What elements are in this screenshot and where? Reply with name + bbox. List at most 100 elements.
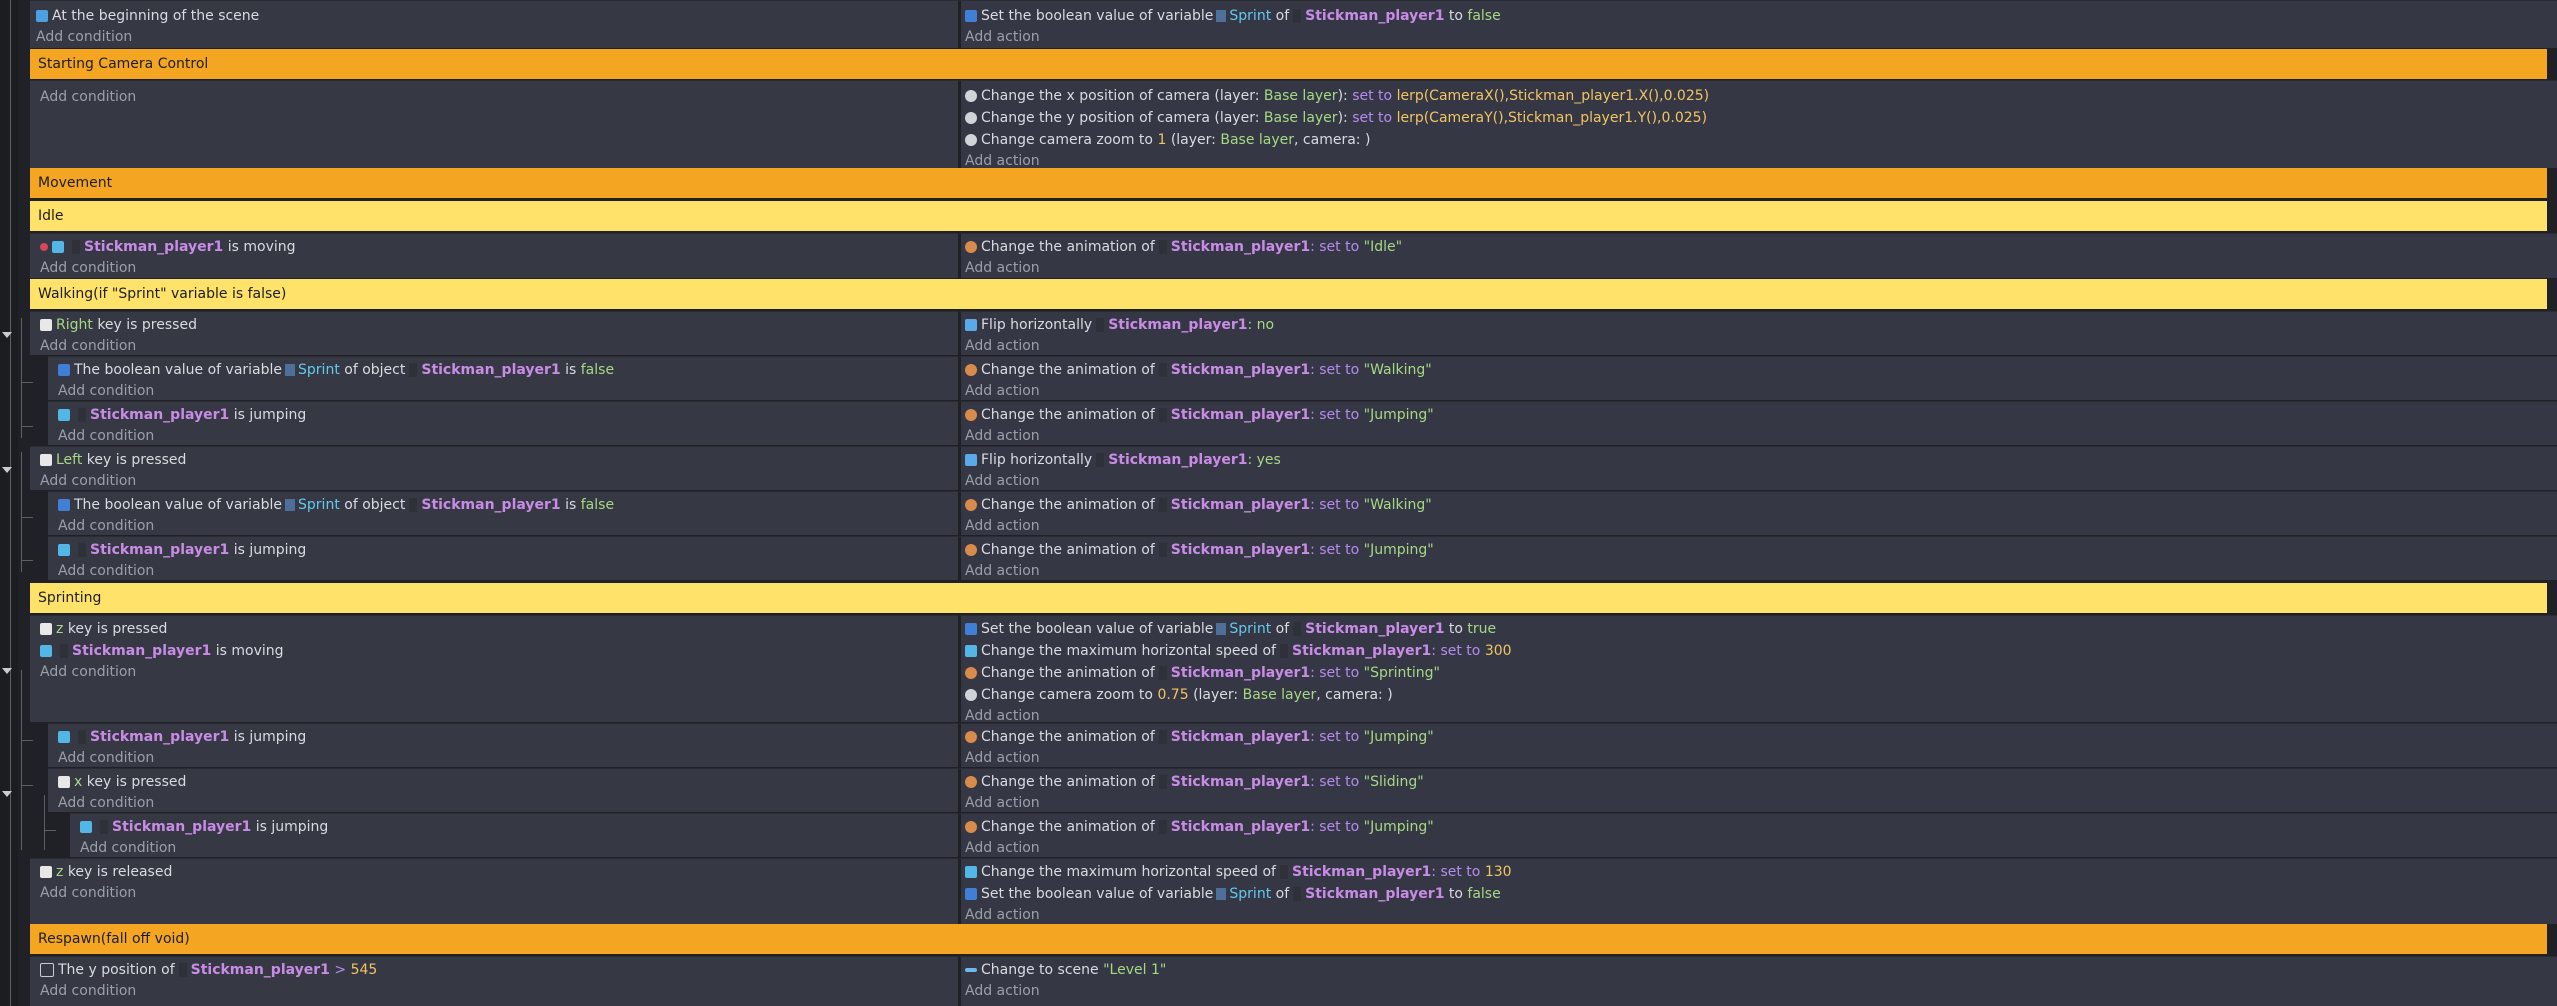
action-row[interactable]: Change the animation of Stickman_player1:… [965,816,2557,838]
conditions-pane[interactable]: Add condition [30,80,958,168]
action-row[interactable]: Flip horizontally Stickman_player1: yes [965,449,2557,471]
add-condition-link[interactable]: Add condition [48,381,958,401]
add-action-link[interactable]: Add action [965,516,2557,536]
add-condition-link[interactable]: Add condition [30,336,958,356]
actions-pane[interactable]: Change the animation of Stickman_player1:… [958,536,2557,580]
action-row[interactable]: Change the animation of Stickman_player1:… [965,236,2557,258]
action-row[interactable]: Change the maximum horizontal speed of St… [965,861,2557,883]
add-action-link[interactable]: Add action [965,258,2557,278]
actions-pane[interactable]: Change the animation of Stickman_player1:… [958,768,2557,812]
event-fall-off-void[interactable]: The y position of Stickman_player1 > 545 … [30,956,2557,1006]
sub-event-jumping[interactable]: Stickman_player1 is jumping Add conditio… [48,723,2557,767]
actions-pane[interactable]: Change the animation of Stickman_player1:… [958,813,2557,857]
action-row[interactable]: Flip horizontally Stickman_player1: no [965,314,2557,336]
action-row[interactable]: Change the animation of Stickman_player1:… [965,494,2557,516]
event-right-key[interactable]: Right key is pressed Add condition Flip … [30,311,2557,355]
add-condition-link[interactable]: Add condition [48,793,958,813]
action-row[interactable]: Change camera zoom to 1 (layer: Base lay… [965,129,2557,151]
actions-pane[interactable]: Change to scene "Level 1" Add action [958,956,2557,1006]
collapse-arrow-icon[interactable] [2,467,12,473]
add-action-link[interactable]: Add action [965,336,2557,356]
event-z-released[interactable]: z key is released Add condition Change t… [30,858,2557,924]
conditions-pane[interactable]: The y position of Stickman_player1 > 545 … [30,956,958,1006]
add-condition-link[interactable]: Add condition [30,258,958,278]
add-action-link[interactable]: Add action [965,27,2557,47]
action-row[interactable]: Change camera zoom to 0.75 (layer: Base … [965,684,2557,706]
conditions-pane[interactable]: Stickman_player1 is moving Add condition [30,233,958,278]
conditions-pane[interactable]: Left key is pressed Add condition [30,446,958,490]
actions-pane[interactable]: Change the maximum horizontal speed of St… [958,858,2557,924]
actions-pane[interactable]: Change the animation of Stickman_player1:… [958,233,2557,278]
conditions-pane[interactable]: Stickman_player1 is jumping Add conditio… [70,813,958,857]
add-action-link[interactable]: Add action [965,838,2557,858]
collapse-arrow-icon[interactable] [2,668,12,674]
conditions-pane[interactable]: Stickman_player1 is jumping Add conditio… [48,723,958,767]
group-respawn[interactable]: Respawn(fall off void) [30,924,2547,954]
action-row[interactable]: Change the animation of Stickman_player1:… [965,404,2557,426]
actions-pane[interactable]: Change the animation of Stickman_player1:… [958,723,2557,767]
conditions-pane[interactable]: The boolean value of variable Sprint of o… [48,491,958,535]
add-condition-link[interactable]: Add condition [30,981,958,1001]
sub-event-x-key[interactable]: x key is pressed Add condition Change th… [48,768,2557,812]
sub-event-jumping[interactable]: Stickman_player1 is jumping Add conditio… [48,536,2557,580]
add-action-link[interactable]: Add action [965,561,2557,581]
action-row[interactable]: Change the animation of Stickman_player1:… [965,771,2557,793]
actions-pane[interactable]: Change the animation of Stickman_player1:… [958,491,2557,535]
actions-pane[interactable]: Set the boolean value of variable Sprint … [958,615,2557,724]
conditions-pane[interactable]: Stickman_player1 is jumping Add conditio… [48,401,958,445]
action-row[interactable]: Change to scene "Level 1" [965,959,2557,981]
action-row[interactable]: Change the y position of camera (layer: … [965,107,2557,129]
event-sprint-start[interactable]: z key is pressed Stickman_player1 is mov… [30,615,2557,724]
add-action-link[interactable]: Add action [965,426,2557,446]
add-condition-link[interactable]: Add condition [30,662,958,682]
action-row[interactable]: Set the boolean value of variable Sprint … [965,883,2557,905]
add-condition-link[interactable]: Add condition [70,838,958,858]
action-row[interactable]: Change the animation of Stickman_player1:… [965,726,2557,748]
event-camera-control[interactable]: Add condition Change the x position of c… [30,80,2557,169]
actions-pane[interactable]: Change the animation of Stickman_player1:… [958,356,2557,400]
action-row[interactable]: Change the animation of Stickman_player1:… [965,359,2557,381]
action-row[interactable]: Change the x position of camera (layer: … [965,85,2557,107]
add-condition-link[interactable]: Add condition [48,748,958,768]
actions-pane[interactable]: Change the animation of Stickman_player1:… [958,401,2557,445]
event-scene-start[interactable]: At the beginning of the scene Add condit… [30,0,2557,48]
conditions-pane[interactable]: Right key is pressed Add condition [30,311,958,355]
actions-pane[interactable]: Flip horizontally Stickman_player1: yes A… [958,446,2557,490]
sub-event-sprint-false[interactable]: The boolean value of variable Sprint of o… [48,356,2557,400]
event-idle[interactable]: Stickman_player1 is moving Add condition… [30,233,2557,278]
conditions-pane[interactable]: The boolean value of variable Sprint of o… [48,356,958,400]
add-condition-link[interactable]: Add condition [30,87,958,107]
group-movement[interactable]: Movement [30,168,2547,198]
action-row[interactable]: Change the maximum horizontal speed of St… [965,640,2557,662]
collapse-arrow-icon[interactable] [2,791,12,797]
add-condition-link[interactable]: Add condition [30,27,958,47]
group-sprinting[interactable]: Sprinting [30,583,2547,613]
sub-event-jumping[interactable]: Stickman_player1 is jumping Add conditio… [70,813,2557,857]
group-idle[interactable]: Idle [30,201,2547,231]
add-action-link[interactable]: Add action [965,793,2557,813]
add-condition-link[interactable]: Add condition [30,471,958,491]
add-condition-link[interactable]: Add condition [30,883,958,903]
action-row[interactable]: Change the animation of Stickman_player1:… [965,662,2557,684]
actions-pane[interactable]: Change the x position of camera (layer: … [958,80,2557,169]
collapse-arrow-icon[interactable] [2,332,12,338]
conditions-pane[interactable]: At the beginning of the scene Add condit… [30,0,958,48]
add-action-link[interactable]: Add action [965,381,2557,401]
add-condition-link[interactable]: Add condition [48,561,958,581]
add-action-link[interactable]: Add action [965,471,2557,491]
add-action-link[interactable]: Add action [965,981,2557,1001]
conditions-pane[interactable]: Stickman_player1 is jumping Add conditio… [48,536,958,580]
conditions-pane[interactable]: z key is pressed Stickman_player1 is mov… [30,615,958,722]
add-condition-link[interactable]: Add condition [48,516,958,536]
actions-pane[interactable]: Set the boolean value of variable Sprint … [958,0,2557,48]
add-condition-link[interactable]: Add condition [48,426,958,446]
action-row[interactable]: Set the boolean value of variable Sprint … [965,618,2557,640]
add-action-link[interactable]: Add action [965,748,2557,768]
sub-event-jumping[interactable]: Stickman_player1 is jumping Add conditio… [48,401,2557,445]
actions-pane[interactable]: Flip horizontally Stickman_player1: no Ad… [958,311,2557,355]
group-walking[interactable]: Walking(if "Sprint" variable is false) [30,279,2547,309]
add-action-link[interactable]: Add action [965,905,2557,925]
action-row[interactable]: Change the animation of Stickman_player1:… [965,539,2557,561]
conditions-pane[interactable]: z key is released Add condition [30,858,958,924]
conditions-pane[interactable]: x key is pressed Add condition [48,768,958,812]
